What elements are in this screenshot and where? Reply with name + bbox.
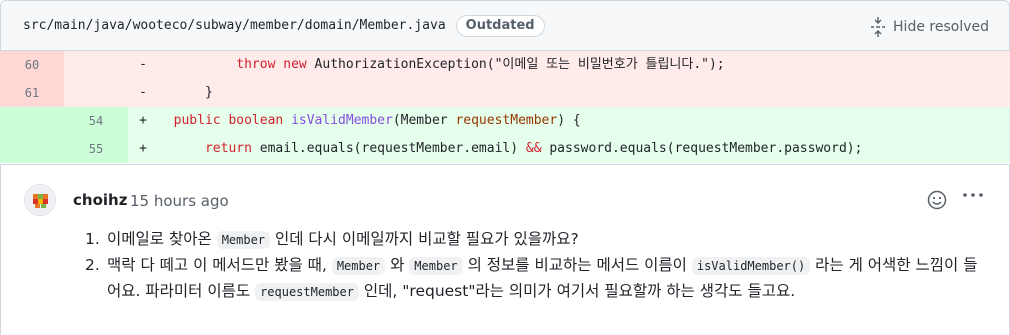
- code-line: throw new AuthorizationException("이메일 또는…: [158, 51, 725, 79]
- inline-code: requestMember: [255, 283, 359, 301]
- comment-text: 인데 다시 이메일까지 비교할 필요가 있을까요?: [270, 230, 579, 248]
- code-token: (Member: [392, 113, 456, 128]
- comment-author[interactable]: choihz: [73, 191, 127, 209]
- code-token: throw: [236, 57, 276, 72]
- comment-text: 맥락 다 떼고 이 메서드만 봤을 때,: [107, 256, 332, 274]
- code-token: isValidMember: [291, 113, 393, 128]
- code-token: AuthorizationException("이메일 또는 비밀번호가 틀립니…: [306, 57, 725, 72]
- kebab-horizontal-icon[interactable]: [961, 191, 985, 199]
- comment-timestamp[interactable]: 15 hours ago: [130, 192, 229, 210]
- diff-line: 60 - throw new AuthorizationException("이메…: [0, 51, 1010, 79]
- comment-list: 1. 이메일로 찾아온 Member 인데 다시 이메일까지 비교할 필요가 있을…: [85, 227, 990, 305]
- inline-code: Member: [331, 257, 386, 275]
- diff-line: 61 - }: [0, 79, 1010, 107]
- diff-sign: -: [139, 57, 147, 72]
- diff-line: 55 + return email.equals(requestMember.em…: [0, 135, 1010, 163]
- code-token: new: [283, 57, 307, 72]
- inline-code: Member: [409, 257, 463, 275]
- code-token: ) {: [557, 113, 581, 128]
- old-line-number[interactable]: 61: [0, 79, 64, 107]
- old-line-number[interactable]: 60: [0, 51, 64, 79]
- inline-code: isValidMember(): [691, 257, 811, 275]
- code-token: email.equals(requestMember.email): [251, 141, 526, 156]
- diff-sign: +: [139, 113, 147, 128]
- code-token: return: [204, 141, 252, 156]
- diff-table: 60 - throw new AuthorizationException("이메…: [0, 51, 1010, 163]
- comment-text: 인데, "request"라는 의미가 여기서 필요할까 하는 생각도 들고요.: [358, 282, 796, 300]
- code-token: }: [204, 85, 213, 100]
- list-number: 1.: [85, 230, 100, 248]
- old-line-number[interactable]: [0, 135, 64, 163]
- hide-resolved-button[interactable]: Hide resolved: [870, 16, 989, 38]
- file-path[interactable]: src/main/java/wooteco/subway/member/doma…: [23, 18, 446, 33]
- comment-text: 와: [385, 256, 410, 274]
- list-number: 2.: [85, 256, 100, 274]
- code-line: }: [158, 79, 213, 107]
- comment-body: 1. 이메일로 찾아온 Member 인데 다시 이메일까지 비교할 필요가 있을…: [85, 227, 990, 305]
- code-line: return email.equals(requestMember.email)…: [158, 135, 862, 163]
- code-token: boolean: [228, 113, 284, 128]
- file-header: src/main/java/wooteco/subway/member/doma…: [0, 0, 1010, 51]
- smiley-icon[interactable]: [926, 189, 948, 211]
- new-line-number[interactable]: [64, 79, 128, 107]
- code-token: requestMember: [455, 113, 558, 128]
- avatar[interactable]: [24, 184, 56, 216]
- diff-sign: +: [139, 141, 147, 156]
- new-line-number[interactable]: [64, 51, 128, 79]
- avatar-image: [33, 194, 48, 208]
- code-token: password.equals(requestMember.password);: [541, 141, 863, 156]
- comment-text: 의 정보를 비교하는 메서드 이름이: [462, 256, 692, 274]
- outdated-badge: Outdated: [455, 14, 545, 37]
- old-line-number[interactable]: [0, 107, 64, 135]
- hide-resolved-label: Hide resolved: [893, 19, 989, 35]
- new-line-number[interactable]: 55: [64, 135, 128, 163]
- list-item: 2. 맥락 다 떼고 이 메서드만 봤을 때, Member 와 Member 의…: [85, 253, 990, 305]
- inline-code: Member: [216, 231, 271, 249]
- code-token: &&: [525, 141, 542, 156]
- new-line-number[interactable]: 54: [64, 107, 128, 135]
- comment-text: 이메일로 찾아온: [107, 230, 217, 248]
- unfold-icon: [871, 17, 886, 37]
- list-item: 1. 이메일로 찾아온 Member 인데 다시 이메일까지 비교할 필요가 있을…: [85, 227, 990, 253]
- diff-line: 54 + public boolean isValidMember(Member …: [0, 107, 1010, 135]
- code-line: public boolean isValidMember(Member requ…: [158, 107, 581, 135]
- review-comment: choihz 15 hours ago 1. 이메일로 찾아온 Member 인데…: [0, 164, 1010, 335]
- diff-sign: -: [139, 85, 147, 100]
- code-token: public: [173, 113, 221, 128]
